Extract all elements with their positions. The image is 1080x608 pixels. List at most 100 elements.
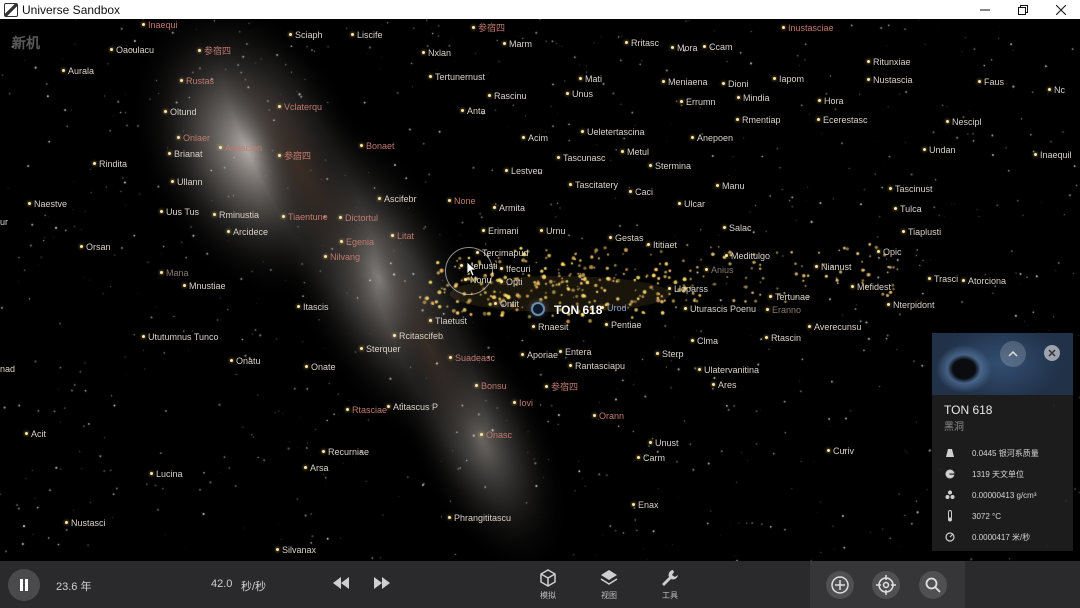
star-label[interactable]: Naestve bbox=[27, 199, 67, 209]
simulation-tab[interactable]: 模拟 bbox=[533, 569, 563, 601]
star-label[interactable]: Oltund bbox=[164, 107, 197, 117]
star-label[interactable]: Onlaer bbox=[176, 133, 210, 143]
star-label[interactable]: ur bbox=[0, 217, 8, 227]
star-label[interactable]: Tascunasc bbox=[557, 153, 606, 163]
selected-object-label[interactable]: TON 618 bbox=[554, 303, 602, 317]
star-label[interactable]: Unus bbox=[565, 89, 593, 99]
star-label[interactable]: Dioni bbox=[722, 79, 749, 89]
star-label[interactable]: Manu bbox=[716, 181, 745, 191]
star-label[interactable]: 参宿四 bbox=[471, 23, 505, 33]
star-label[interactable]: Atitascus P bbox=[386, 402, 438, 412]
star-label[interactable]: Inaequi bbox=[142, 20, 178, 30]
star-label[interactable]: Ifecuri bbox=[500, 264, 531, 274]
star-label[interactable]: Trasci bbox=[927, 274, 958, 284]
star-label[interactable]: Nustascia bbox=[867, 75, 913, 85]
star-label[interactable]: Ecerestasc bbox=[817, 115, 868, 125]
star-label[interactable]: Errumn bbox=[680, 97, 716, 107]
star-label[interactable]: Unust bbox=[649, 438, 679, 448]
star-label[interactable]: Lestven bbox=[505, 166, 543, 176]
star-label[interactable]: Litat bbox=[390, 231, 414, 241]
star-label[interactable]: Entera bbox=[559, 347, 592, 357]
star-label[interactable]: Gestas bbox=[609, 233, 644, 243]
star-label[interactable]: Caci bbox=[628, 187, 653, 197]
star-label[interactable]: Bonaet bbox=[360, 141, 395, 151]
star-label[interactable]: Anascion bbox=[218, 143, 262, 153]
close-button[interactable] bbox=[1042, 0, 1080, 19]
star-label[interactable]: Rcitascifeb bbox=[392, 331, 443, 341]
star-label[interactable]: Inaequil bbox=[1034, 150, 1072, 160]
space-viewport[interactable]: 新机 Inaequi Sciaph Liscife 参宿四 Inustasciae Oac… bbox=[0, 19, 1080, 561]
star-label[interactable]: Egenia bbox=[339, 237, 374, 247]
star-label[interactable]: Rtascin bbox=[764, 333, 801, 343]
star-label[interactable]: Enax bbox=[632, 500, 659, 510]
star-label[interactable]: Acim bbox=[522, 133, 548, 143]
star-label[interactable]: Ascifebr bbox=[378, 194, 417, 204]
star-label[interactable]: Meditulgo bbox=[724, 251, 770, 261]
star-label[interactable]: Nilvang bbox=[323, 252, 360, 262]
search-button[interactable] bbox=[919, 571, 947, 599]
maximize-button[interactable] bbox=[1004, 0, 1042, 19]
star-label[interactable]: 参宿四 bbox=[277, 151, 311, 161]
star-label[interactable]: Iapom bbox=[772, 74, 804, 84]
star-label[interactable]: None bbox=[448, 196, 476, 206]
star-label[interactable]: 参宿四 bbox=[197, 46, 231, 56]
star-label[interactable]: Lloparss bbox=[667, 284, 708, 294]
property-speed[interactable]: 0.0000417 米/秒 bbox=[944, 531, 1030, 543]
star-label[interactable]: Undan bbox=[923, 145, 956, 155]
star-label[interactable]: Bonsu bbox=[475, 381, 507, 391]
star-label[interactable]: Arcidece bbox=[226, 227, 268, 237]
star-label[interactable]: Lucina bbox=[150, 469, 183, 479]
star-label[interactable]: Rritasc bbox=[624, 38, 659, 48]
star-label[interactable]: Brianat bbox=[168, 149, 203, 159]
focus-target-button[interactable] bbox=[872, 571, 900, 599]
star-label[interactable]: Onate bbox=[305, 362, 336, 372]
star-label[interactable]: Rtasciae bbox=[345, 405, 387, 415]
star-label[interactable]: Tiaplusti bbox=[901, 227, 941, 237]
star-label[interactable]: Phrangititascu bbox=[447, 513, 511, 523]
view-tab[interactable]: 视图 bbox=[594, 569, 624, 601]
star-label[interactable]: Silvanax bbox=[275, 545, 316, 555]
star-label[interactable]: Tulca bbox=[894, 204, 922, 214]
star-label[interactable]: Onatu bbox=[230, 356, 261, 366]
star-label[interactable]: Rindita bbox=[92, 159, 127, 169]
close-panel-button[interactable] bbox=[1044, 345, 1060, 361]
star-label[interactable]: Aporiae bbox=[520, 350, 558, 360]
star-label[interactable]: Uturascis Poenu bbox=[683, 304, 756, 314]
star-label[interactable]: Faus bbox=[977, 77, 1004, 87]
star-label[interactable]: Iovi bbox=[512, 398, 533, 408]
star-label[interactable]: Suadeasc bbox=[448, 353, 495, 363]
star-label[interactable]: Nustasci bbox=[65, 518, 106, 528]
star-label[interactable]: Rascinu bbox=[488, 91, 527, 101]
star-label[interactable]: Metul bbox=[620, 147, 649, 157]
star-label[interactable]: Mnustiae bbox=[183, 281, 226, 291]
star-label[interactable]: Armita bbox=[492, 203, 525, 213]
star-label[interactable]: Rminustia bbox=[212, 210, 259, 220]
star-label[interactable]: Ontit bbox=[493, 299, 519, 309]
star-label[interactable]: Orann bbox=[592, 411, 624, 421]
star-label[interactable]: Ulcar bbox=[677, 199, 705, 209]
black-hole-marker[interactable] bbox=[533, 304, 543, 314]
star-label[interactable]: nad bbox=[0, 364, 15, 374]
star-label[interactable]: Ritunxiae bbox=[867, 57, 911, 67]
star-label[interactable]: Anepoen bbox=[690, 133, 733, 143]
pause-button[interactable] bbox=[8, 569, 40, 601]
star-label[interactable]: Anius bbox=[705, 265, 734, 275]
star-label[interactable]: Stermina bbox=[648, 161, 691, 171]
star-label[interactable]: Sterp bbox=[656, 349, 684, 359]
star-label[interactable]: Tascitatery bbox=[568, 180, 618, 190]
star-label[interactable]: Tlaetust bbox=[428, 316, 467, 326]
speed-up-button[interactable] bbox=[373, 576, 391, 594]
star-label[interactable]: Urnu bbox=[540, 226, 566, 236]
star-label[interactable]: Aurala bbox=[61, 66, 94, 76]
star-label[interactable]: Ares bbox=[712, 380, 737, 390]
star-label[interactable]: Nc bbox=[1048, 85, 1065, 95]
star-label[interactable]: Rustas bbox=[179, 76, 214, 86]
star-label[interactable]: Onasc bbox=[479, 430, 512, 440]
property-mass[interactable]: 0.0445 银河系质量 bbox=[944, 447, 1039, 459]
star-label[interactable]: Pentiae bbox=[605, 320, 642, 330]
star-label[interactable]: Tertunae bbox=[768, 292, 810, 302]
tools-tab[interactable]: 工具 bbox=[655, 569, 685, 601]
star-label[interactable]: Ulatervanitina bbox=[697, 365, 759, 375]
property-temperature[interactable]: 3072 °C bbox=[944, 510, 1001, 522]
star-label[interactable]: Rnaesit bbox=[532, 322, 569, 332]
